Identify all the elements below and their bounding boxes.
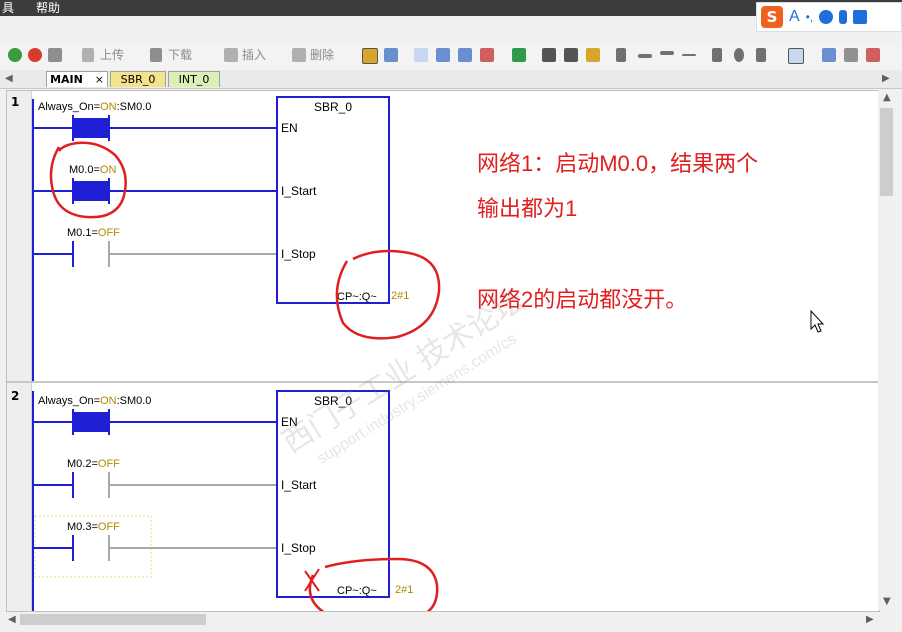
view-alt-icon[interactable] — [384, 48, 398, 62]
output-value: 2#1 — [391, 290, 409, 302]
coil-icon[interactable] — [734, 48, 744, 62]
tab-main-label: MAIN — [50, 73, 83, 86]
tab-bar: ◀ MAIN × SBR_0 INT_0 ▶ — [0, 70, 902, 89]
upload-button[interactable]: 上传 — [100, 48, 124, 62]
line-right-icon[interactable] — [682, 54, 696, 56]
ime-mode-label[interactable]: A — [789, 8, 800, 26]
stop-icon[interactable] — [28, 48, 42, 62]
prev-bookmark-icon[interactable] — [436, 48, 450, 62]
microphone-icon[interactable] — [839, 10, 848, 24]
pin-i-start: I_Start — [281, 478, 317, 492]
tab-sbr0[interactable]: SBR_0 — [110, 71, 166, 87]
horizontal-scrollbar[interactable]: ◀ ▶ — [6, 612, 878, 628]
sogou-logo-icon[interactable]: S — [761, 6, 783, 28]
tab-scroll-left-icon[interactable]: ◀ — [5, 73, 13, 84]
view-icon[interactable] — [362, 48, 378, 64]
edit-icon[interactable] — [844, 48, 858, 62]
tab-scroll-right-icon[interactable]: ▶ — [882, 73, 890, 84]
output-label: CP~:Q~ — [337, 585, 377, 597]
box-icon[interactable] — [756, 48, 766, 62]
ladder-diagram: Always_On=ON:SM0.0 M0.0=ON M0.1=OFF SBR_… — [32, 96, 825, 611]
scroll-up-icon[interactable]: ▲ — [883, 92, 891, 103]
sbr0-box-1[interactable]: SBR_0 EN I_Start I_Stop CP~:Q~ 2#1 — [276, 96, 409, 304]
run-icon[interactable] — [8, 48, 22, 62]
vertical-scrollbar[interactable]: ▲ ▼ — [878, 90, 896, 610]
insert-button[interactable]: 插入 — [242, 48, 266, 62]
contact-label: Always_On=ON:SM0.0 — [38, 395, 151, 407]
output-value: 2#1 — [395, 584, 413, 596]
lock-all-icon[interactable] — [564, 48, 578, 62]
menu-help[interactable]: 帮助 — [36, 0, 60, 16]
branch-icon[interactable] — [616, 48, 626, 62]
box-title: SBR_0 — [314, 100, 352, 114]
annotation-circle-m00 — [49, 141, 127, 219]
pin-en: EN — [281, 121, 298, 135]
clear-bookmarks-icon[interactable] — [480, 48, 494, 62]
contact-label: M0.3=OFF — [67, 521, 120, 533]
contact-label: M0.0=ON — [69, 164, 116, 176]
download-icon[interactable] — [150, 48, 162, 62]
scroll-right-icon[interactable]: ▶ — [866, 614, 874, 625]
annotation-text-2: 输出都为1 — [477, 196, 577, 221]
contact-always-on-active[interactable] — [73, 412, 109, 432]
keyboard-icon[interactable] — [853, 10, 868, 24]
delete-icon[interactable] — [292, 48, 306, 62]
rung-2[interactable]: M0.0=ON — [33, 164, 277, 204]
rung-3[interactable]: M0.3=OFF — [33, 515, 277, 578]
toolbar: 上传 下载 插入 删除 — [0, 42, 902, 71]
insert-icon[interactable] — [224, 48, 238, 62]
contact-always-on-active[interactable] — [73, 118, 109, 138]
output-label: CP~:Q~ — [337, 291, 377, 303]
scroll-left-icon[interactable]: ◀ — [8, 614, 16, 625]
horizontal-scroll-thumb[interactable] — [20, 614, 206, 625]
contact-icon[interactable] — [712, 48, 722, 62]
rung-1[interactable]: Always_On=ON:SM0.0 — [33, 395, 277, 435]
line-up-icon[interactable] — [660, 51, 674, 55]
contact-label: M0.2=OFF — [67, 458, 120, 470]
line-down-icon[interactable] — [638, 54, 652, 58]
compile-icon[interactable] — [48, 48, 62, 62]
pin-i-start: I_Start — [281, 184, 317, 198]
rung-2[interactable]: M0.2=OFF — [33, 458, 277, 498]
upload-icon[interactable] — [82, 48, 94, 62]
note-icon[interactable] — [866, 48, 880, 62]
mouse-cursor-icon — [810, 309, 825, 333]
ime-punct-label[interactable]: •, — [806, 10, 814, 24]
tab-main[interactable]: MAIN × — [46, 71, 108, 87]
pin-i-stop: I_Stop — [281, 541, 316, 555]
rung-3[interactable]: M0.1=OFF — [33, 227, 277, 267]
rung-1[interactable]: Always_On=ON:SM0.0 — [33, 101, 277, 141]
vertical-scroll-thumb[interactable] — [880, 108, 893, 196]
go-icon[interactable] — [512, 48, 526, 62]
contact-label: Always_On=ON:SM0.0 — [38, 101, 151, 113]
menu-item-partial[interactable]: 具 — [2, 0, 14, 16]
comment-icon[interactable] — [788, 48, 804, 64]
pin-i-stop: I_Stop — [281, 247, 316, 261]
contact-m00-active[interactable] — [73, 181, 109, 201]
delete-button[interactable]: 删除 — [310, 48, 334, 62]
bookmark-icon[interactable] — [414, 48, 428, 62]
lock-icon[interactable] — [542, 48, 556, 62]
unlock-icon[interactable] — [586, 48, 600, 62]
annotation-text-3: 网络2的启动都没开。 — [477, 287, 687, 312]
emoji-icon[interactable] — [819, 10, 834, 24]
ladder-editor[interactable]: 1 2 Always_On=ON:SM0.0 M0.0=ON M0.1=OFF — [6, 90, 880, 612]
tab-int0[interactable]: INT_0 — [168, 71, 220, 87]
scroll-down-icon[interactable]: ▼ — [883, 596, 891, 607]
contact-label: M0.1=OFF — [67, 227, 120, 239]
close-icon[interactable]: × — [95, 73, 104, 86]
table-icon[interactable] — [822, 48, 836, 62]
annotation-text-1: 网络1：启动M0.0，结果两个 — [477, 151, 758, 176]
ime-toolbar: S A •, — [756, 2, 902, 32]
next-bookmark-icon[interactable] — [458, 48, 472, 62]
download-button[interactable]: 下载 — [168, 48, 192, 62]
